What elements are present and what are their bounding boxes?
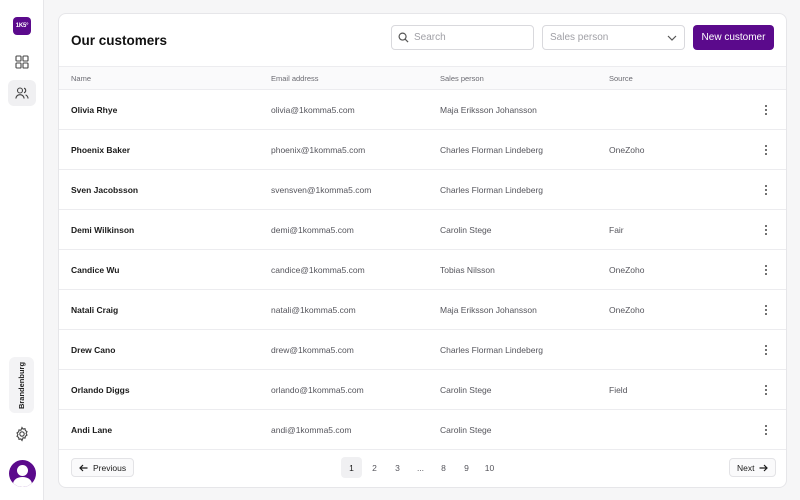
search-box[interactable] [391, 25, 534, 50]
customer-source: Fair [609, 225, 624, 235]
next-label: Next [737, 462, 755, 473]
sidebar: 1K5° Brandenburg [0, 0, 44, 500]
customer-sales-person: Charles Florman Lindeberg [440, 345, 543, 355]
customer-name: Olivia Rhye [71, 105, 118, 115]
row-more-icon[interactable] [759, 262, 773, 278]
customer-source: OneZoho [609, 265, 645, 275]
customer-name: Demi Wilkinson [71, 225, 135, 235]
table-row[interactable]: Phoenix Baker phoenix@1komma5.com Charles … [59, 130, 786, 170]
table-row[interactable]: Drew Cano drew@1komma5.com Charles Florman… [59, 330, 786, 370]
sales-person-select[interactable]: Sales person [542, 25, 685, 50]
page-button[interactable]: 8 [433, 457, 454, 478]
table-row[interactable]: Orlando Diggs orlando@1komma5.com Carolin … [59, 370, 786, 410]
table-header: Name Email address Sales person Source [59, 66, 786, 90]
customer-sales-person: Carolin Stege [440, 225, 492, 235]
search-icon [398, 32, 409, 43]
page-button[interactable]: 1 [341, 457, 362, 478]
customer-email: drew@1komma5.com [271, 345, 354, 355]
user-avatar[interactable] [9, 460, 36, 487]
customer-email: phoenix@1komma5.com [271, 145, 366, 155]
customer-sales-person: Tobias Nilsson [440, 265, 495, 275]
customers-table: Name Email address Sales person Source O… [59, 66, 786, 450]
customer-email: andi@1komma5.com [271, 425, 352, 435]
customer-name: Natali Craig [71, 305, 119, 315]
customer-email: svensven@1komma5.com [271, 185, 372, 195]
customer-email: candice@1komma5.com [271, 265, 365, 275]
customer-email: natali@1komma5.com [271, 305, 356, 315]
customer-source: OneZoho [609, 145, 645, 155]
customer-sales-person: Carolin Stege [440, 425, 492, 435]
row-more-icon[interactable] [759, 342, 773, 358]
search-input[interactable] [414, 32, 524, 43]
sales-person-placeholder: Sales person [550, 32, 609, 43]
table-row[interactable]: Andi Lane andi@1komma5.com Carolin Stege [59, 410, 786, 450]
page-button[interactable]: 10 [479, 457, 500, 478]
customer-source: Field [609, 385, 628, 395]
nav-dashboard[interactable] [8, 49, 36, 75]
row-more-icon[interactable] [759, 382, 773, 398]
customer-name: Andi Lane [71, 425, 113, 435]
arrow-left-icon [79, 464, 88, 471]
region-label: Brandenburg [17, 361, 26, 409]
customer-email: orlando@1komma5.com [271, 385, 364, 395]
customer-sales-person: Charles Florman Lindeberg [440, 185, 543, 195]
table-row[interactable]: Sven Jacobsson svensven@1komma5.com Charle… [59, 170, 786, 210]
pagination: 1 2 3... 8 9 10 [341, 457, 500, 478]
table-row[interactable]: Demi Wilkinson demi@1komma5.com Carolin St… [59, 210, 786, 250]
column-header-name[interactable]: Name [71, 74, 91, 83]
customer-name: Sven Jacobsson [71, 185, 139, 195]
customer-sales-person: Maja Eriksson Johansson [440, 105, 537, 115]
customer-source: OneZoho [609, 305, 645, 315]
arrow-right-icon [759, 464, 769, 471]
customer-sales-person: Charles Florman Lindeberg [440, 145, 543, 155]
users-icon [15, 87, 29, 99]
customer-email: olivia@1komma5.com [271, 105, 355, 115]
page-ellipsis: ... [416, 462, 425, 473]
next-page-button[interactable]: Next [729, 458, 777, 477]
column-header-email[interactable]: Email address [271, 74, 319, 83]
region-selector[interactable]: Brandenburg [9, 357, 34, 413]
new-customer-button[interactable]: New customer [693, 25, 774, 50]
dashboard-icon [15, 55, 29, 69]
table-row[interactable]: Natali Craig natali@1komma5.com Maja Eriks… [59, 290, 786, 330]
table-row[interactable]: Candice Wu candice@1komma5.com Tobias Nils… [59, 250, 786, 290]
row-more-icon[interactable] [759, 302, 773, 318]
previous-label: Previous [93, 462, 127, 473]
row-more-icon[interactable] [759, 182, 773, 198]
column-header-sales-person[interactable]: Sales person [440, 74, 484, 83]
nav-customers[interactable] [8, 80, 36, 106]
row-more-icon[interactable] [759, 142, 773, 158]
customer-name: Orlando Diggs [71, 385, 130, 395]
previous-page-button[interactable]: Previous [71, 458, 135, 477]
column-header-source[interactable]: Source [609, 74, 633, 83]
page-button[interactable]: 3 [387, 457, 408, 478]
page-button[interactable]: 2 [364, 457, 385, 478]
customer-name: Candice Wu [71, 265, 120, 275]
chevron-down-icon [667, 35, 677, 41]
customer-name: Drew Cano [71, 345, 116, 355]
table-row[interactable]: Olivia Rhye olivia@1komma5.com Maja Erikss… [59, 90, 786, 130]
customers-card: Our customers Sales person New customer … [58, 13, 787, 488]
page-button[interactable]: 9 [456, 457, 477, 478]
brand-logo[interactable]: 1K5° [13, 17, 31, 35]
customer-sales-person: Maja Eriksson Johansson [440, 305, 537, 315]
customer-email: demi@1komma5.com [271, 225, 354, 235]
row-more-icon[interactable] [759, 422, 773, 438]
gear-icon[interactable] [14, 426, 30, 442]
customer-sales-person: Carolin Stege [440, 385, 492, 395]
row-more-icon[interactable] [759, 102, 773, 118]
customer-name: Phoenix Baker [71, 145, 131, 155]
row-more-icon[interactable] [759, 222, 773, 238]
page-title: Our customers [71, 33, 168, 48]
